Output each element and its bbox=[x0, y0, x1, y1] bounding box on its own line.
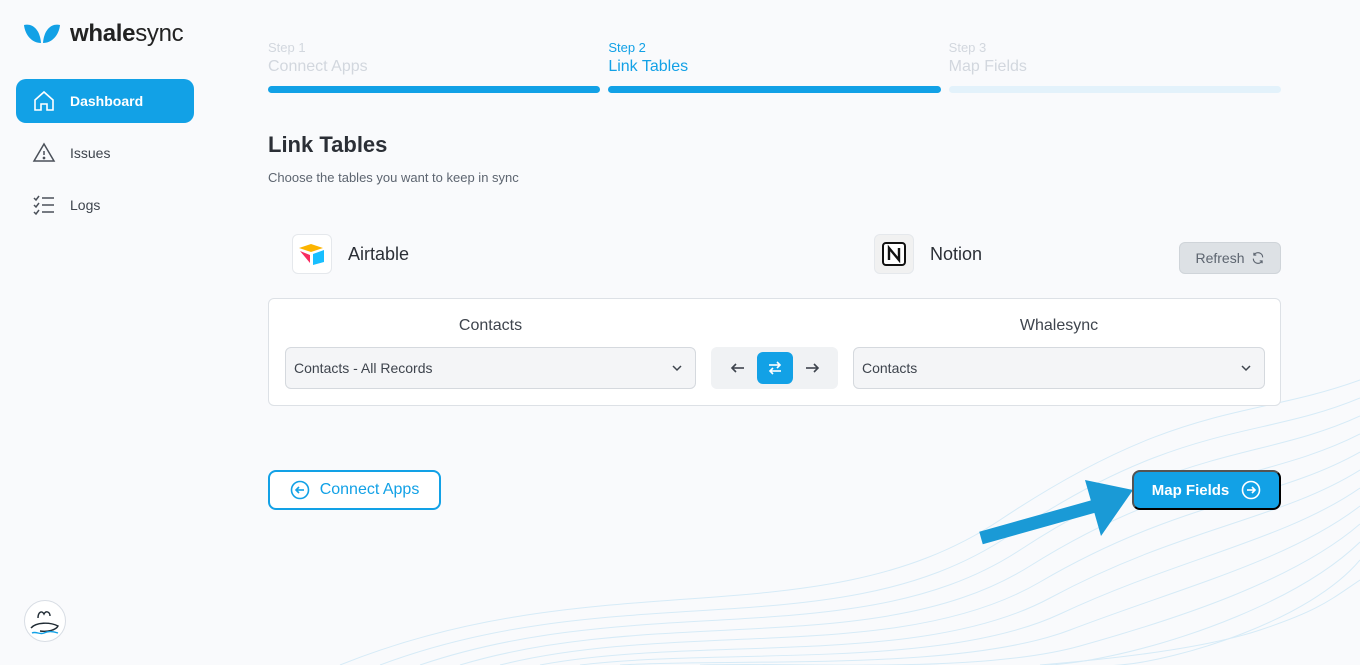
source-app: Airtable bbox=[292, 234, 409, 274]
step-title: Connect Apps bbox=[268, 58, 368, 75]
arrow-right-icon bbox=[805, 363, 819, 373]
step-link-tables[interactable]: Step 2 Link Tables bbox=[608, 40, 941, 93]
source-table-value: Contacts - All Records bbox=[294, 360, 433, 376]
map-fields-button[interactable]: Map Fields bbox=[1132, 470, 1281, 510]
arrow-circle-left-icon bbox=[290, 480, 309, 500]
destination-table-select[interactable]: Contacts bbox=[853, 347, 1265, 389]
sidebar-item-dashboard[interactable]: Dashboard bbox=[16, 79, 194, 123]
checklist-icon bbox=[33, 195, 54, 216]
chevron-down-icon bbox=[672, 365, 682, 372]
brand-name: whalesync bbox=[70, 20, 184, 47]
sidebar-nav: Dashboard Issues Logs bbox=[16, 79, 194, 235]
sync-left-button[interactable] bbox=[720, 352, 756, 384]
notion-logo-icon bbox=[874, 234, 914, 274]
source-app-name: Airtable bbox=[348, 243, 410, 264]
destination-table-value: Contacts bbox=[862, 360, 918, 376]
airtable-logo-icon bbox=[292, 234, 332, 274]
step-map-fields: Step 3 Map Fields bbox=[948, 40, 1281, 93]
step-bar bbox=[608, 86, 941, 93]
step-title: Link Tables bbox=[608, 58, 689, 75]
refresh-button[interactable]: Refresh bbox=[1179, 242, 1281, 274]
swap-arrows-icon bbox=[768, 361, 781, 375]
step-number: Step 1 bbox=[268, 40, 306, 55]
chevron-down-icon bbox=[1241, 365, 1251, 372]
brand-logo[interactable]: whalesync bbox=[22, 20, 184, 48]
next-label: Map Fields bbox=[1151, 481, 1230, 499]
pointer-arrow-icon bbox=[979, 480, 1133, 545]
source-table-select[interactable]: Contacts - All Records bbox=[285, 347, 696, 389]
page-subtitle: Choose the tables you want to keep in sy… bbox=[268, 170, 519, 185]
back-label: Connect Apps bbox=[319, 481, 420, 498]
home-icon bbox=[34, 90, 54, 111]
user-avatar[interactable] bbox=[24, 600, 66, 642]
step-title: Map Fields bbox=[948, 58, 1027, 75]
refresh-icon bbox=[1252, 252, 1263, 264]
whale-avatar-icon bbox=[30, 611, 59, 635]
refresh-label: Refresh bbox=[1195, 250, 1245, 266]
sidebar-item-issues[interactable]: Issues bbox=[16, 131, 194, 175]
step-number: Step 3 bbox=[948, 40, 987, 55]
sync-two-way-button[interactable] bbox=[756, 352, 793, 384]
step-connect-apps[interactable]: Step 1 Connect Apps bbox=[268, 40, 601, 93]
step-number: Step 2 bbox=[608, 40, 646, 55]
page-title: Link Tables bbox=[268, 132, 388, 157]
destination-table-label: Whalesync bbox=[1019, 317, 1099, 334]
warning-icon bbox=[32, 142, 56, 162]
step-progress: Step 1 Connect Apps Step 2 Link Tables S… bbox=[268, 40, 1281, 93]
arrow-left-icon bbox=[730, 363, 744, 373]
sidebar-item-label: Logs bbox=[70, 197, 101, 213]
whalesync-logo-icon bbox=[24, 24, 60, 43]
sync-direction-toggle bbox=[711, 347, 838, 389]
table-link-card: Contacts Whalesync Contacts - All Record… bbox=[268, 298, 1281, 406]
sync-right-button[interactable] bbox=[794, 352, 830, 384]
sidebar-item-label: Dashboard bbox=[70, 93, 144, 109]
arrow-circle-right-icon bbox=[1241, 480, 1261, 500]
step-bar bbox=[268, 86, 601, 93]
source-table-label: Contacts bbox=[458, 317, 523, 334]
destination-app: Notion bbox=[874, 234, 982, 274]
sidebar-item-logs[interactable]: Logs bbox=[16, 183, 194, 227]
sidebar-item-label: Issues bbox=[70, 145, 111, 161]
step-bar bbox=[948, 86, 1281, 93]
sidebar: whalesync Dashboard Issues Logs bbox=[0, 0, 210, 665]
destination-app-name: Notion bbox=[930, 243, 983, 264]
back-connect-apps-button[interactable]: Connect Apps bbox=[268, 470, 441, 510]
